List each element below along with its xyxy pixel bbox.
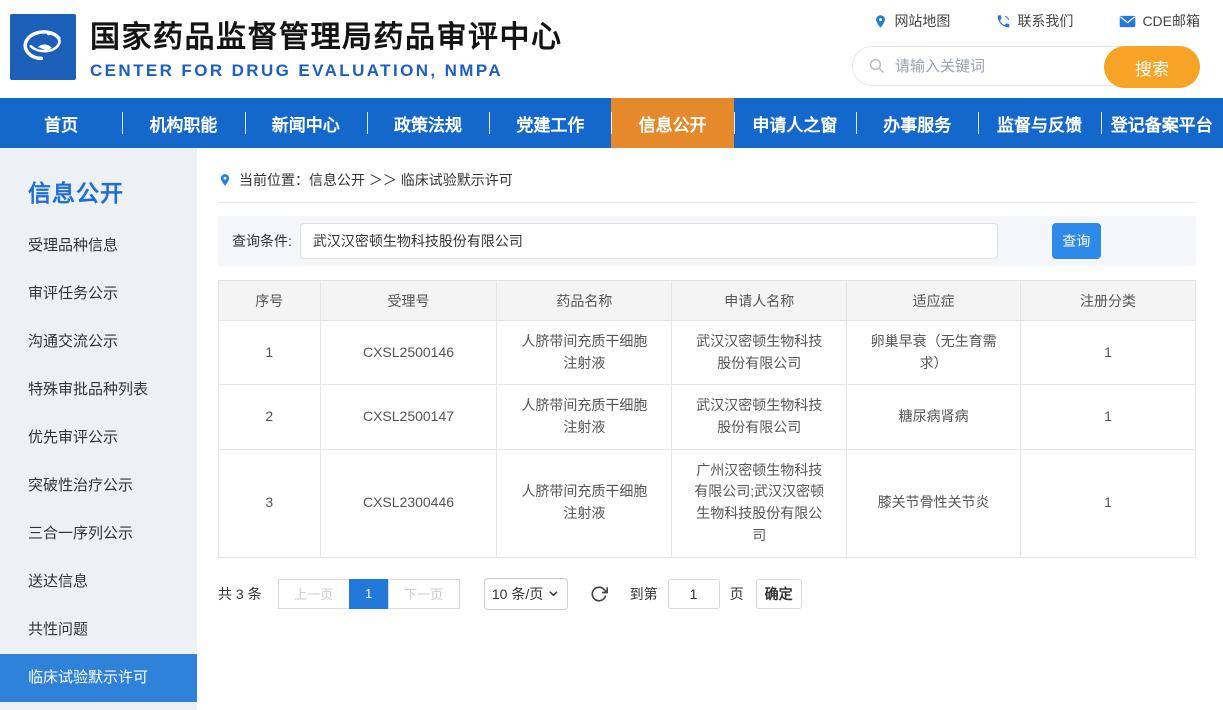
sidebar-item-priority-review[interactable]: 优先审评公示 <box>0 414 197 462</box>
page: 国家药品监督管理局药品审评中心 CENTER FOR DRUG EVALUATI… <box>0 0 1223 710</box>
site-title: 国家药品监督管理局药品审评中心 <box>90 12 563 56</box>
content: 信息公开 受理品种信息 审评任务公示 沟通交流公示 特殊审批品种列表 优先审评公… <box>0 148 1223 710</box>
cell-applicant: 武汉汉密顿生物科技股份有限公司 <box>672 321 847 385</box>
brand-text: 国家药品监督管理局药品审评中心 CENTER FOR DRUG EVALUATI… <box>90 12 563 81</box>
quick-link-label: 联系我们 <box>1017 11 1073 31</box>
sidebar-item-special-approval-list[interactable]: 特殊审批品种列表 <box>0 366 197 414</box>
sidebar-item-review-tasks[interactable]: 审评任务公示 <box>0 270 197 318</box>
cell-indication: 糖尿病肾病 <box>847 385 1021 449</box>
col-header-acceptance-no: 受理号 <box>320 281 497 321</box>
nav-item-supervision-feedback[interactable]: 监督与反馈 <box>978 98 1100 148</box>
map-pin-icon <box>873 14 888 29</box>
col-header-registration-class: 注册分类 <box>1021 281 1196 321</box>
cell-acceptance-no: CXSL2300446 <box>320 449 497 557</box>
sidebar-item-delivery-info[interactable]: 送达信息 <box>0 558 197 606</box>
goto-page-suffix: 页 <box>730 584 744 604</box>
sidebar-item-clinical-trial-implied-license[interactable]: 临床试验默示许可 <box>0 654 197 702</box>
site-header: 国家药品监督管理局药品审评中心 CENTER FOR DRUG EVALUATI… <box>0 0 1223 98</box>
cell-registration-class: 1 <box>1021 321 1196 385</box>
sidebar-item-breakthrough-therapy[interactable]: 突破性治疗公示 <box>0 462 197 510</box>
cell-indication: 卵巢早衰（无生育需求） <box>847 321 1021 385</box>
cell-applicant: 武汉汉密顿生物科技股份有限公司 <box>672 385 847 449</box>
sidebar-item-three-in-one[interactable]: 三合一序列公示 <box>0 510 197 558</box>
table-row: 3 CXSL2300446 人脐带间充质干细胞注射液 广州汉密顿生物科技有限公司… <box>219 449 1196 557</box>
nav-item-party-building[interactable]: 党建工作 <box>489 98 611 148</box>
col-header-drug-name: 药品名称 <box>497 281 672 321</box>
quick-link-label: CDE邮箱 <box>1142 11 1200 31</box>
nav-item-org-functions[interactable]: 机构职能 <box>122 98 244 148</box>
confirm-button[interactable]: 确定 <box>756 579 802 609</box>
col-header-indication: 适应症 <box>847 281 1021 321</box>
query-condition-label: 查询条件: <box>232 231 292 251</box>
nav-item-services[interactable]: 办事服务 <box>856 98 978 148</box>
phone-icon <box>996 14 1011 29</box>
query-button[interactable]: 查询 <box>1052 223 1101 259</box>
cell-index: 1 <box>219 321 321 385</box>
brand[interactable]: 国家药品监督管理局药品审评中心 CENTER FOR DRUG EVALUATI… <box>10 12 563 81</box>
col-header-index: 序号 <box>219 281 321 321</box>
quick-link-sitemap[interactable]: 网站地图 <box>873 11 950 31</box>
results-table: 序号 受理号 药品名称 申请人名称 适应症 注册分类 1 CXSL2500146… <box>218 280 1196 558</box>
quick-link-label: 网站地图 <box>894 11 950 31</box>
cell-registration-class: 1 <box>1021 449 1196 557</box>
location-pin-icon <box>218 172 232 188</box>
quick-links: 网站地图 联系我们 CDE邮箱 <box>840 8 1200 34</box>
next-page-button[interactable]: 下一页 <box>388 579 460 609</box>
envelope-icon <box>1119 14 1136 29</box>
breadcrumb: 当前位置：信息公开 ＞＞ 临床试验默示许可 <box>218 148 1196 203</box>
cell-drug-name: 人脐带间充质干细胞注射液 <box>497 321 672 385</box>
cell-drug-name: 人脐带间充质干细胞注射液 <box>497 385 672 449</box>
page-number-button[interactable]: 1 <box>349 579 389 609</box>
header-right: 网站地图 联系我们 CDE邮箱 <box>840 8 1200 86</box>
sidebar-item-common-issues[interactable]: 共性问题 <box>0 606 197 654</box>
nav-item-policies[interactable]: 政策法规 <box>367 98 489 148</box>
search-icon <box>868 57 886 75</box>
table-row: 2 CXSL2500147 人脐带间充质干细胞注射液 武汉汉密顿生物科技股份有限… <box>219 385 1196 449</box>
main-nav: 首页 机构职能 新闻中心 政策法规 党建工作 信息公开 申请人之窗 办事服务 监… <box>0 98 1223 148</box>
chevron-down-icon <box>548 588 559 599</box>
sidebar-item-accepted-varieties[interactable]: 受理品种信息 <box>0 222 197 270</box>
table-header-row: 序号 受理号 药品名称 申请人名称 适应症 注册分类 <box>219 281 1196 321</box>
cde-logo-icon <box>10 14 76 80</box>
prev-page-button[interactable]: 上一页 <box>278 579 350 609</box>
cell-index: 3 <box>219 449 321 557</box>
nav-item-applicant-window[interactable]: 申请人之窗 <box>734 98 856 148</box>
total-count: 共 3 条 <box>218 584 262 604</box>
cell-acceptance-no: CXSL2500146 <box>320 321 497 385</box>
nav-item-info-disclosure[interactable]: 信息公开 <box>611 98 733 148</box>
header-search: 搜索 <box>852 46 1200 86</box>
cell-drug-name: 人脐带间充质干细胞注射液 <box>497 449 672 557</box>
search-button[interactable]: 搜索 <box>1104 46 1200 88</box>
sidebar-title: 信息公开 <box>0 148 197 222</box>
cell-registration-class: 1 <box>1021 385 1196 449</box>
nav-item-registration-platform[interactable]: 登记备案平台 <box>1101 98 1223 148</box>
cell-indication: 膝关节骨性关节炎 <box>847 449 1021 557</box>
goto-page-label: 到第 <box>630 584 658 604</box>
site-subtitle: CENTER FOR DRUG EVALUATION, NMPA <box>90 61 563 81</box>
col-header-applicant: 申请人名称 <box>672 281 847 321</box>
goto-page-input[interactable] <box>668 579 720 609</box>
breadcrumb-text: 当前位置：信息公开 ＞＞ 临床试验默示许可 <box>239 170 513 190</box>
nav-item-news-center[interactable]: 新闻中心 <box>245 98 367 148</box>
cell-acceptance-no: CXSL2500147 <box>320 385 497 449</box>
refresh-icon[interactable] <box>590 585 608 603</box>
sidebar-item-communication[interactable]: 沟通交流公示 <box>0 318 197 366</box>
pagination: 共 3 条 上一页 1 下一页 10 条/页 到第 页 <box>218 578 1196 610</box>
page-size-select[interactable]: 10 条/页 <box>484 578 568 610</box>
query-condition-input[interactable] <box>300 223 998 259</box>
cell-index: 2 <box>219 385 321 449</box>
page-size-value: 10 条/页 <box>492 584 543 604</box>
table-row: 1 CXSL2500146 人脐带间充质干细胞注射液 武汉汉密顿生物科技股份有限… <box>219 321 1196 385</box>
quick-link-mailbox[interactable]: CDE邮箱 <box>1119 11 1200 31</box>
query-bar: 查询条件: 查询 <box>218 216 1196 266</box>
sidebar: 信息公开 受理品种信息 审评任务公示 沟通交流公示 特殊审批品种列表 优先审评公… <box>0 148 197 710</box>
quick-link-contact[interactable]: 联系我们 <box>996 11 1073 31</box>
pager: 上一页 1 下一页 <box>278 579 460 609</box>
nav-item-home[interactable]: 首页 <box>0 98 122 148</box>
cell-applicant: 广州汉密顿生物科技有限公司;武汉汉密顿生物科技股份有限公司 <box>672 449 847 557</box>
main-panel: 当前位置：信息公开 ＞＞ 临床试验默示许可 查询条件: 查询 序号 受理号 药品… <box>197 148 1223 710</box>
